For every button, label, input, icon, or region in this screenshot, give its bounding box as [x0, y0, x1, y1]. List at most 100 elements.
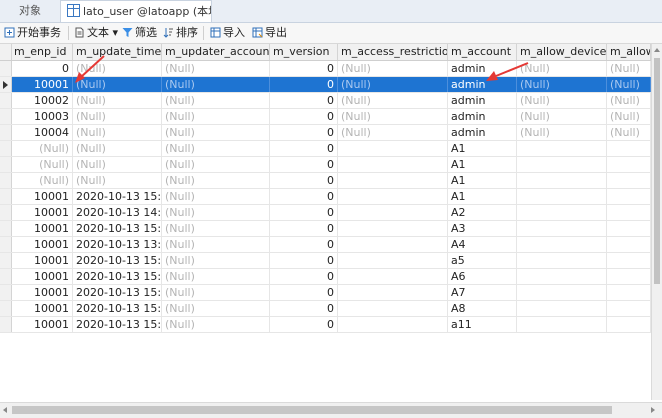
- table-cell[interactable]: [517, 221, 607, 236]
- table-cell[interactable]: 2020-10-13 15:15:28: [73, 269, 162, 284]
- table-cell[interactable]: (Null): [338, 125, 448, 140]
- column-header-m-allow-device[interactable]: m_allow_device: [517, 44, 607, 60]
- table-cell[interactable]: [338, 221, 448, 236]
- table-cell[interactable]: [338, 317, 448, 332]
- table-cell[interactable]: (Null): [73, 173, 162, 188]
- table-cell[interactable]: 2020-10-13 13:59:23: [73, 237, 162, 252]
- table-cell[interactable]: 0: [270, 157, 338, 172]
- table-cell[interactable]: admin: [448, 109, 517, 124]
- table-cell[interactable]: 0: [270, 173, 338, 188]
- table-cell[interactable]: [607, 253, 651, 268]
- table-cell[interactable]: A7: [448, 285, 517, 300]
- table-row[interactable]: (Null) (Null) (Null) 0 A1: [0, 157, 651, 173]
- table-cell[interactable]: admin: [448, 125, 517, 140]
- table-cell[interactable]: 2020-10-13 14:53:28: [73, 205, 162, 220]
- table-cell[interactable]: [517, 237, 607, 252]
- table-cell[interactable]: [517, 317, 607, 332]
- table-row[interactable]: (Null) (Null) (Null) 0 A1: [0, 141, 651, 157]
- table-cell[interactable]: (Null): [162, 221, 270, 236]
- table-cell[interactable]: 10001: [11, 301, 73, 316]
- column-header-m-allow-[interactable]: m_allow_: [607, 44, 651, 60]
- table-cell[interactable]: a5: [448, 253, 517, 268]
- table-cell[interactable]: 0: [270, 77, 338, 92]
- table-cell[interactable]: [517, 141, 607, 156]
- table-cell[interactable]: (Null): [162, 285, 270, 300]
- table-cell[interactable]: [338, 173, 448, 188]
- table-row[interactable]: 100012020-10-13 15:16:23(Null)0 A7: [0, 285, 651, 301]
- table-cell[interactable]: 2020-10-13 15:25:26: [73, 301, 162, 316]
- table-cell[interactable]: (Null): [162, 141, 270, 156]
- table-cell[interactable]: [607, 285, 651, 300]
- table-row[interactable]: 100012020-10-13 15:14:35(Null)0 a5: [0, 253, 651, 269]
- table-cell[interactable]: 10001: [11, 269, 73, 284]
- table-cell[interactable]: (Null): [162, 269, 270, 284]
- table-cell[interactable]: (Null): [338, 77, 448, 92]
- table-row[interactable]: 100012020-10-13 15:28:06(Null)0 A3: [0, 221, 651, 237]
- table-row[interactable]: 10003 (Null) (Null) 0 (Null) admin (Null) (Null…: [0, 109, 651, 125]
- table-row[interactable]: 100012020-10-13 14:53:28(Null)0 A2: [0, 205, 651, 221]
- table-cell[interactable]: (Null): [517, 61, 607, 76]
- table-cell[interactable]: 0: [270, 141, 338, 156]
- table-cell[interactable]: A1: [448, 189, 517, 204]
- table-cell[interactable]: A8: [448, 301, 517, 316]
- table-cell[interactable]: admin: [448, 93, 517, 108]
- table-cell[interactable]: [517, 285, 607, 300]
- table-cell[interactable]: 0: [270, 109, 338, 124]
- table-cell[interactable]: (Null): [517, 93, 607, 108]
- table-cell[interactable]: (Null): [517, 109, 607, 124]
- text-button[interactable]: 文本 ▾: [74, 23, 118, 43]
- table-cell[interactable]: 0: [270, 269, 338, 284]
- table-cell[interactable]: 0: [270, 93, 338, 108]
- table-cell[interactable]: [607, 141, 651, 156]
- table-cell[interactable]: [338, 205, 448, 220]
- table-cell[interactable]: (Null): [11, 157, 73, 172]
- horizontal-scrollbar[interactable]: [0, 402, 662, 418]
- table-cell[interactable]: 0: [270, 237, 338, 252]
- table-cell[interactable]: [607, 237, 651, 252]
- table-cell[interactable]: [517, 157, 607, 172]
- table-cell[interactable]: (Null): [73, 61, 162, 76]
- table-cell[interactable]: 2020-10-13 15:16:23: [73, 285, 162, 300]
- column-header-m-access-restriction[interactable]: m_access_restriction: [338, 44, 448, 60]
- table-cell[interactable]: 2020-10-13 15:28:43: [73, 189, 162, 204]
- table-cell[interactable]: [607, 157, 651, 172]
- table-cell[interactable]: (Null): [162, 125, 270, 140]
- table-cell[interactable]: (Null): [73, 157, 162, 172]
- vertical-scrollbar[interactable]: [651, 44, 662, 400]
- table-row[interactable]: 100012020-10-13 15:15:28(Null)0 A6: [0, 269, 651, 285]
- horizontal-scroll-thumb[interactable]: [12, 406, 612, 414]
- table-cell[interactable]: (Null): [607, 125, 651, 140]
- begin-transaction-button[interactable]: 开始事务: [4, 23, 61, 43]
- table-cell[interactable]: 0: [270, 189, 338, 204]
- table-cell[interactable]: (Null): [338, 93, 448, 108]
- table-cell[interactable]: [338, 189, 448, 204]
- table-row[interactable]: 0 (Null) (Null) 0 (Null) admin (Null) (Null): [0, 61, 651, 77]
- table-cell[interactable]: 10001: [11, 237, 73, 252]
- column-header-m-version[interactable]: m_version: [270, 44, 338, 60]
- sort-button[interactable]: 排序: [163, 23, 198, 43]
- table-cell[interactable]: (Null): [73, 93, 162, 108]
- table-cell[interactable]: 0: [270, 125, 338, 140]
- table-cell[interactable]: 0: [270, 317, 338, 332]
- table-cell[interactable]: (Null): [162, 157, 270, 172]
- table-cell[interactable]: (Null): [162, 317, 270, 332]
- table-cell[interactable]: A1: [448, 157, 517, 172]
- table-cell[interactable]: (Null): [73, 109, 162, 124]
- export-button[interactable]: 导出: [252, 23, 287, 43]
- table-cell[interactable]: A4: [448, 237, 517, 252]
- scroll-right-icon[interactable]: [651, 407, 655, 413]
- table-cell[interactable]: [607, 269, 651, 284]
- table-cell[interactable]: (Null): [162, 253, 270, 268]
- table-cell[interactable]: [607, 221, 651, 236]
- table-cell[interactable]: 0: [11, 61, 73, 76]
- table-cell[interactable]: (Null): [517, 77, 607, 92]
- table-cell[interactable]: (Null): [162, 205, 270, 220]
- column-header-m-account[interactable]: m_account: [448, 44, 517, 60]
- table-row[interactable]: 10004 (Null) (Null) 0 (Null) admin (Null) (Null…: [0, 125, 651, 141]
- table-row[interactable]: (Null) (Null) (Null) 0 A1: [0, 173, 651, 189]
- table-cell[interactable]: (Null): [162, 301, 270, 316]
- table-cell[interactable]: A2: [448, 205, 517, 220]
- table-cell[interactable]: admin: [448, 61, 517, 76]
- table-cell[interactable]: 2020-10-13 15:28:06: [73, 221, 162, 236]
- table-cell[interactable]: 10001: [11, 317, 73, 332]
